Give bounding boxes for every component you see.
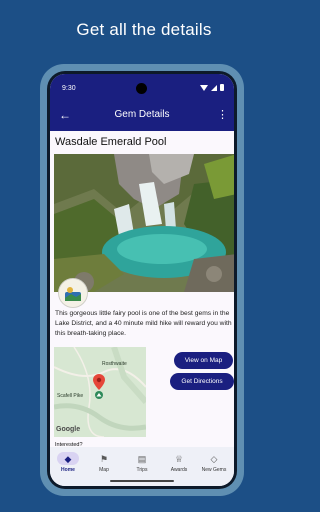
nav-label-trips: Trips bbox=[136, 467, 148, 473]
nav-icon-slot: ◇ bbox=[203, 452, 225, 465]
trips-icon: ▤ bbox=[137, 453, 147, 464]
page-title: Gem Details bbox=[114, 109, 170, 120]
bottom-navigation: ◆ Home ⚑ Map ▤ Trips ♕ Awards ◇ New Gems bbox=[50, 447, 234, 486]
front-camera bbox=[136, 83, 147, 94]
map-attribution: Google bbox=[56, 426, 81, 433]
map-pin-icon[interactable] bbox=[93, 374, 105, 390]
map-label-peak: Scafell Pike bbox=[57, 393, 84, 399]
nav-icon-slot: ▤ bbox=[131, 452, 153, 465]
gem-icon: ◆ bbox=[64, 453, 72, 464]
app-screen: 9:30 ← Gem Details ⋮ Wasdale Emerald Poo… bbox=[50, 74, 234, 486]
author-avatar[interactable] bbox=[58, 278, 88, 308]
more-vert-icon[interactable]: ⋮ bbox=[217, 107, 228, 123]
status-time: 9:30 bbox=[62, 85, 76, 92]
nav-item-awards[interactable]: ♕ Awards bbox=[161, 452, 197, 474]
nav-item-map[interactable]: ⚑ Map bbox=[86, 452, 122, 474]
nav-item-new-gems[interactable]: ◇ New Gems bbox=[196, 452, 232, 474]
gem-description: This gorgeous little fairy pool is one o… bbox=[55, 310, 232, 337]
nav-active-indicator: ◆ bbox=[57, 452, 79, 465]
trophy-icon: ♕ bbox=[174, 453, 184, 464]
location-map[interactable]: Rosthwaite Scafell Pike Google bbox=[54, 347, 146, 437]
new-gem-icon: ◇ bbox=[210, 453, 218, 464]
phone-bezel: 9:30 ← Gem Details ⋮ Wasdale Emerald Poo… bbox=[47, 71, 237, 489]
nav-item-trips[interactable]: ▤ Trips bbox=[124, 452, 160, 474]
gem-name: Wasdale Emerald Pool bbox=[55, 136, 167, 148]
nav-label-map: Map bbox=[99, 467, 109, 473]
nav-label-home: Home bbox=[61, 467, 75, 473]
mountain-marker-icon bbox=[95, 391, 103, 399]
get-directions-button[interactable]: Get Directions bbox=[170, 373, 234, 390]
nav-icon-slot: ⚑ bbox=[93, 452, 115, 465]
map-icon: ⚑ bbox=[99, 453, 109, 464]
view-on-map-button[interactable]: View on Map bbox=[174, 352, 233, 369]
map-label-town: Rosthwaite bbox=[102, 361, 127, 367]
status-icons bbox=[200, 84, 224, 91]
gem-photo bbox=[54, 154, 234, 292]
battery-icon bbox=[220, 84, 224, 91]
wifi-icon bbox=[200, 84, 208, 91]
nav-label-new-gems: New Gems bbox=[201, 467, 227, 473]
gesture-home-indicator bbox=[110, 480, 174, 482]
promo-headline: Get all the details bbox=[76, 20, 212, 39]
nav-label-awards: Awards bbox=[170, 467, 188, 473]
nav-icon-slot: ♕ bbox=[168, 452, 190, 465]
app-bar: ← Gem Details ⋮ bbox=[50, 100, 234, 131]
phone-frame: 9:30 ← Gem Details ⋮ Wasdale Emerald Poo… bbox=[40, 64, 244, 496]
nav-item-home[interactable]: ◆ Home bbox=[50, 452, 86, 473]
signal-icon bbox=[211, 84, 217, 91]
status-bar: 9:30 bbox=[50, 74, 234, 100]
